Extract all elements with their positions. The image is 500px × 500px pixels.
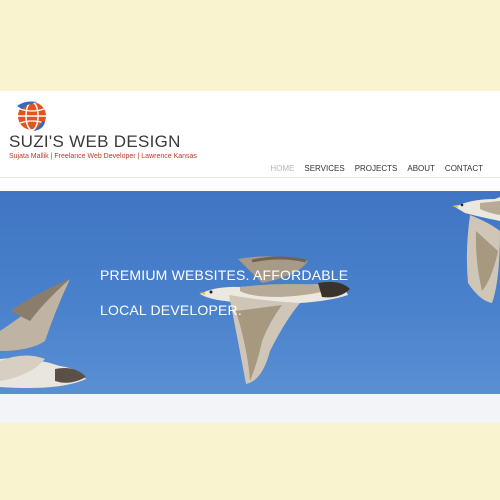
- outer-top-band: [0, 0, 500, 91]
- site-header: SUZI'S WEB DESIGN Sujata Mallik | Freela…: [0, 91, 500, 177]
- site-tagline: Sujata Mallik | Freelance Web Developer …: [9, 153, 197, 160]
- header-divider: [0, 177, 500, 178]
- globe-logo-icon[interactable]: [15, 100, 49, 132]
- nav-projects[interactable]: PROJECTS: [355, 164, 398, 173]
- hero-banner: PREMIUM WEBSITES. AFFORDABLE LOCAL DEVEL…: [0, 191, 500, 394]
- site-title[interactable]: SUZI'S WEB DESIGN: [9, 132, 181, 152]
- seagull-right: [452, 197, 500, 303]
- hero-headline-line2: LOCAL DEVELOPER.: [100, 302, 242, 318]
- hero-seagulls-image: [0, 197, 500, 388]
- nav-services[interactable]: SERVICES: [304, 164, 344, 173]
- content-strip: [0, 394, 500, 423]
- hero-headline-line1: PREMIUM WEBSITES. AFFORDABLE: [100, 267, 349, 283]
- nav-home[interactable]: HOME: [270, 164, 294, 173]
- website-page: SUZI'S WEB DESIGN Sujata Mallik | Freela…: [0, 91, 500, 423]
- nav-contact[interactable]: CONTACT: [445, 164, 483, 173]
- seagull-left: [0, 279, 86, 388]
- main-nav: HOME SERVICES PROJECTS ABOUT CONTACT: [270, 164, 483, 173]
- nav-about[interactable]: ABOUT: [407, 164, 435, 173]
